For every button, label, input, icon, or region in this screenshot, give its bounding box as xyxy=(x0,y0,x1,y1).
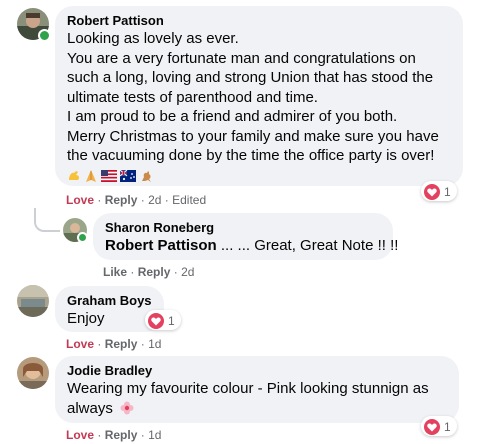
love-reaction-icon xyxy=(148,313,164,329)
avatar-graham-boys[interactable] xyxy=(17,285,49,317)
separator: · xyxy=(140,193,145,207)
comment-timestamp[interactable]: 2d xyxy=(148,193,161,207)
comment-actions: Like · Reply · 2d xyxy=(103,265,194,279)
usa-flag-icon xyxy=(101,169,117,183)
comment-text: Robert Pattison ... ... Great, Great Not… xyxy=(105,237,399,254)
comment-text: Enjoy xyxy=(67,310,105,327)
like-button[interactable]: Like xyxy=(103,265,127,279)
reply-button[interactable]: Reply xyxy=(105,428,138,442)
comment-text: Looking as lovely as ever. You are a ver… xyxy=(67,30,439,164)
avatar-jodie-bradley[interactable] xyxy=(17,357,49,389)
reply-button[interactable]: Reply xyxy=(105,193,138,207)
reply-button[interactable]: Reply xyxy=(138,265,171,279)
comment-text: Wearing my favourite colour - Pink looki… xyxy=(67,379,447,420)
reaction-count-badge[interactable]: 1 xyxy=(421,416,457,436)
separator: · xyxy=(97,193,102,207)
folded-hands-icon xyxy=(84,169,98,183)
separator: · xyxy=(130,265,135,279)
comment-actions: Love · Reply · 1d xyxy=(66,337,161,351)
australia-flag-icon xyxy=(119,169,136,183)
love-button[interactable]: Love xyxy=(66,428,94,442)
love-button[interactable]: Love xyxy=(66,193,94,207)
love-reaction-icon xyxy=(424,419,440,435)
love-button[interactable]: Love xyxy=(66,337,94,351)
online-status-dot xyxy=(77,232,88,243)
reply-button[interactable]: Reply xyxy=(105,337,138,351)
comment-author[interactable]: Robert Pattison xyxy=(67,13,451,29)
comment-timestamp[interactable]: 1d xyxy=(148,337,161,351)
kangaroo-icon xyxy=(139,169,153,183)
reply-bubble: Sharon Roneberg Robert Pattison ... ... … xyxy=(93,213,399,260)
comment-actions: Love · Reply · 2d · Edited xyxy=(66,193,206,207)
reaction-count: 1 xyxy=(444,420,451,434)
comment-author[interactable]: Sharon Roneberg xyxy=(105,220,381,236)
reply-thread-line xyxy=(34,208,60,232)
flexed-biceps-icon xyxy=(67,169,81,183)
comment-author[interactable]: Jodie Bradley xyxy=(67,363,447,379)
love-reaction-icon xyxy=(424,184,440,200)
pink-flower-icon xyxy=(120,401,134,421)
comment-actions: Love · Reply · 1d xyxy=(66,428,161,442)
comment-bubble: Jodie Bradley Wearing my favourite colou… xyxy=(55,356,459,423)
comment-timestamp[interactable]: 2d xyxy=(181,265,194,279)
separator: · xyxy=(140,428,145,442)
online-status-dot xyxy=(38,29,51,42)
mention-link[interactable]: Robert Pattison xyxy=(105,237,217,254)
reaction-count-badge[interactable]: 1 xyxy=(421,181,457,201)
comment-timestamp[interactable]: 1d xyxy=(148,428,161,442)
comment-bubble: Robert Pattison Looking as lovely as eve… xyxy=(55,6,463,186)
separator: · xyxy=(164,193,169,207)
separator: · xyxy=(97,428,102,442)
reaction-count: 1 xyxy=(444,185,451,199)
comment-author[interactable]: Graham Boys xyxy=(67,293,152,309)
emoji-row xyxy=(67,169,451,183)
separator: · xyxy=(97,337,102,351)
separator: · xyxy=(140,337,145,351)
edited-label: Edited xyxy=(172,193,207,207)
reaction-count: 1 xyxy=(168,314,175,328)
reaction-count-badge[interactable]: 1 xyxy=(145,310,181,330)
separator: · xyxy=(173,265,178,279)
